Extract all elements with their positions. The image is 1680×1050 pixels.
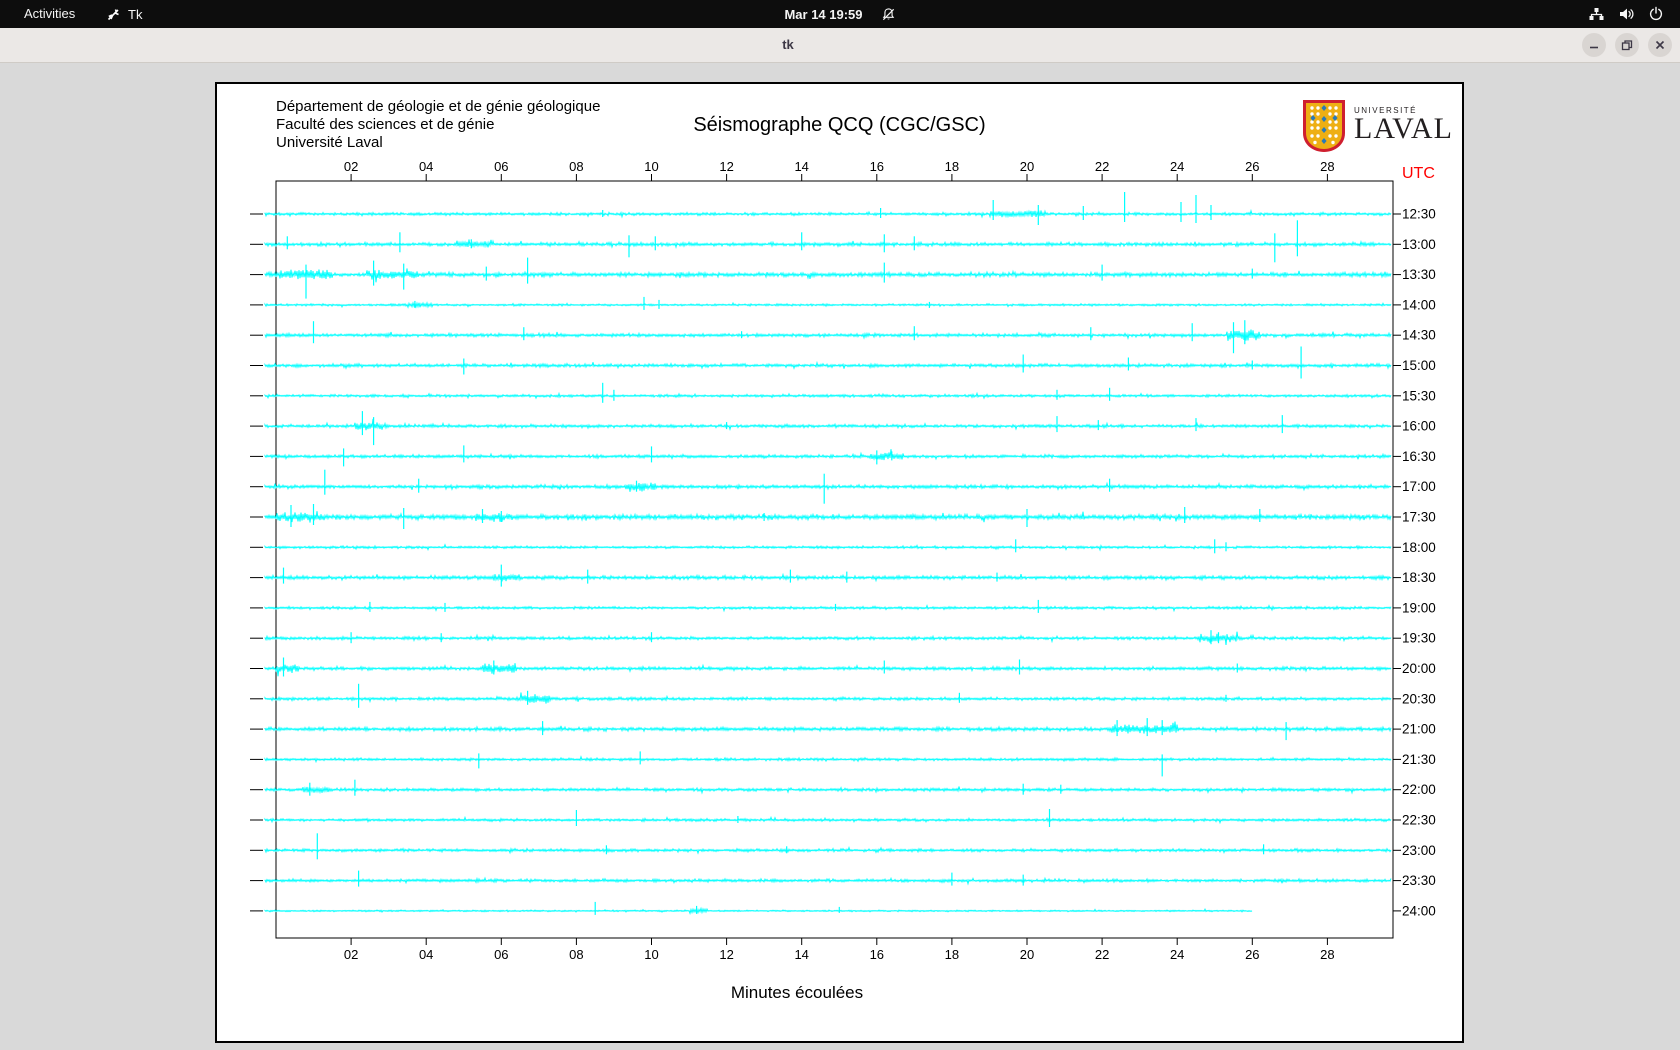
x-tick-label-top: 12	[719, 159, 733, 174]
seismo-trace	[264, 785, 1392, 795]
x-tick-label-top: 22	[1095, 159, 1109, 174]
row-time-label: 21:30	[1402, 752, 1436, 767]
seismo-trace	[264, 418, 1392, 432]
volume-icon[interactable]	[1618, 6, 1635, 22]
x-tick-label-bottom: 20	[1020, 947, 1034, 962]
x-tick-label-bottom: 12	[719, 947, 733, 962]
row-time-label: 21:00	[1402, 722, 1436, 737]
seismo-trace	[264, 663, 1392, 677]
power-icon[interactable]	[1648, 6, 1664, 22]
row-time-label: 19:30	[1402, 631, 1436, 646]
row-time-label: 22:30	[1402, 813, 1436, 828]
row-time-label: 16:00	[1402, 419, 1436, 434]
minimize-button[interactable]	[1582, 33, 1606, 57]
row-time-label: 20:00	[1402, 661, 1436, 676]
seismo-trace	[264, 449, 1392, 461]
row-time-label: 17:00	[1402, 479, 1436, 494]
notifications-muted-icon[interactable]	[881, 7, 896, 22]
row-time-label: 14:30	[1402, 328, 1436, 343]
seismo-trace	[264, 846, 1392, 855]
x-tick-label-bottom: 28	[1320, 947, 1334, 962]
x-tick-label-top: 20	[1020, 159, 1034, 174]
row-time-label: 20:30	[1402, 691, 1436, 706]
seismo-trace	[264, 755, 1392, 764]
row-time-label: 13:00	[1402, 237, 1436, 252]
clock[interactable]: Mar 14 19:59	[784, 7, 862, 22]
x-tick-label-top: 06	[494, 159, 508, 174]
x-tick-label-bottom: 16	[870, 947, 884, 962]
maximize-button[interactable]	[1615, 33, 1639, 57]
x-tick-label-bottom: 10	[644, 947, 658, 962]
close-button[interactable]	[1648, 33, 1672, 57]
row-time-label: 24:00	[1402, 903, 1436, 918]
seismo-trace	[264, 391, 1392, 400]
x-tick-label-top: 26	[1245, 159, 1259, 174]
seismo-trace	[264, 631, 1392, 646]
x-tick-label-top: 04	[419, 159, 433, 174]
seismo-trace	[264, 815, 1392, 825]
system-top-bar: Activities Tk Mar 14 19:59	[0, 0, 1680, 28]
x-tick-label-bottom: 22	[1095, 947, 1109, 962]
network-wired-icon[interactable]	[1588, 6, 1605, 22]
x-tick-label-top: 16	[870, 159, 884, 174]
row-time-label: 16:30	[1402, 449, 1436, 464]
x-axis: 02 02 04 04 06 06 08 08 10 10 12 12 14 14 16 16 18 18 20 20…	[344, 159, 1335, 962]
seismo-trace	[264, 511, 1392, 523]
row-time-label: 15:00	[1402, 358, 1436, 373]
trace-rows: 12:30 13:00 13:30 14:00 14:30 15:00 15:30 16:00…	[250, 192, 1436, 918]
seismo-trace	[264, 692, 1392, 704]
x-tick-label-top: 08	[569, 159, 583, 174]
x-tick-label-top: 14	[794, 159, 808, 174]
x-axis-title: Minutes écoulées	[730, 983, 864, 1002]
row-time-label: 14:00	[1402, 297, 1436, 312]
x-tick-label-bottom: 04	[419, 947, 433, 962]
seismo-trace	[264, 876, 1392, 886]
x-tick-label-bottom: 24	[1170, 947, 1184, 962]
x-tick-label-bottom: 06	[494, 947, 508, 962]
row-time-label: 23:00	[1402, 843, 1436, 858]
seismo-trace	[264, 572, 1392, 583]
seismograph-plot: 02 02 04 04 06 06 08 08 10 10 12 12 14 14 16 16 18 18 20 20…	[250, 159, 1436, 962]
seismo-trace	[264, 906, 1253, 915]
x-tick-label-bottom: 14	[794, 947, 808, 962]
row-time-label: 18:00	[1402, 540, 1436, 555]
seismo-trace	[264, 543, 1392, 552]
seismo-trace	[264, 239, 1392, 249]
x-tick-label-top: 02	[344, 159, 358, 174]
seismo-trace	[264, 604, 1392, 613]
x-tick-label-bottom: 08	[569, 947, 583, 962]
x-tick-label-top: 24	[1170, 159, 1184, 174]
row-time-label: 13:30	[1402, 267, 1436, 282]
row-time-label: 17:30	[1402, 510, 1436, 525]
seismo-trace	[264, 360, 1392, 370]
utc-axis-label: UTC	[1402, 165, 1435, 182]
window-title: tk	[782, 37, 794, 52]
seismograph-canvas: Département de géologie et de génie géol…	[215, 82, 1464, 1043]
seismo-trace	[264, 721, 1392, 734]
seismo-trace	[264, 300, 1392, 309]
row-time-label: 19:00	[1402, 600, 1436, 615]
row-time-label: 23:30	[1402, 873, 1436, 888]
x-tick-label-top: 28	[1320, 159, 1334, 174]
window-titlebar[interactable]: tk	[0, 28, 1680, 63]
x-tick-label-top: 18	[945, 159, 959, 174]
x-tick-label-top: 10	[644, 159, 658, 174]
seismo-trace	[264, 481, 1392, 492]
plot-frame	[275, 180, 1394, 939]
seismo-trace	[264, 329, 1392, 341]
x-tick-label-bottom: 26	[1245, 947, 1259, 962]
row-time-label: 15:30	[1402, 388, 1436, 403]
x-tick-label-bottom: 18	[945, 947, 959, 962]
row-time-label: 12:30	[1402, 207, 1436, 222]
desktop: Activities Tk Mar 14 19:59 tk Départemen…	[0, 0, 1680, 1050]
seismo-trace	[264, 268, 1392, 283]
x-tick-label-bottom: 02	[344, 947, 358, 962]
seismo-trace	[264, 208, 1392, 219]
row-time-label: 22:00	[1402, 782, 1436, 797]
row-time-label: 18:30	[1402, 570, 1436, 585]
